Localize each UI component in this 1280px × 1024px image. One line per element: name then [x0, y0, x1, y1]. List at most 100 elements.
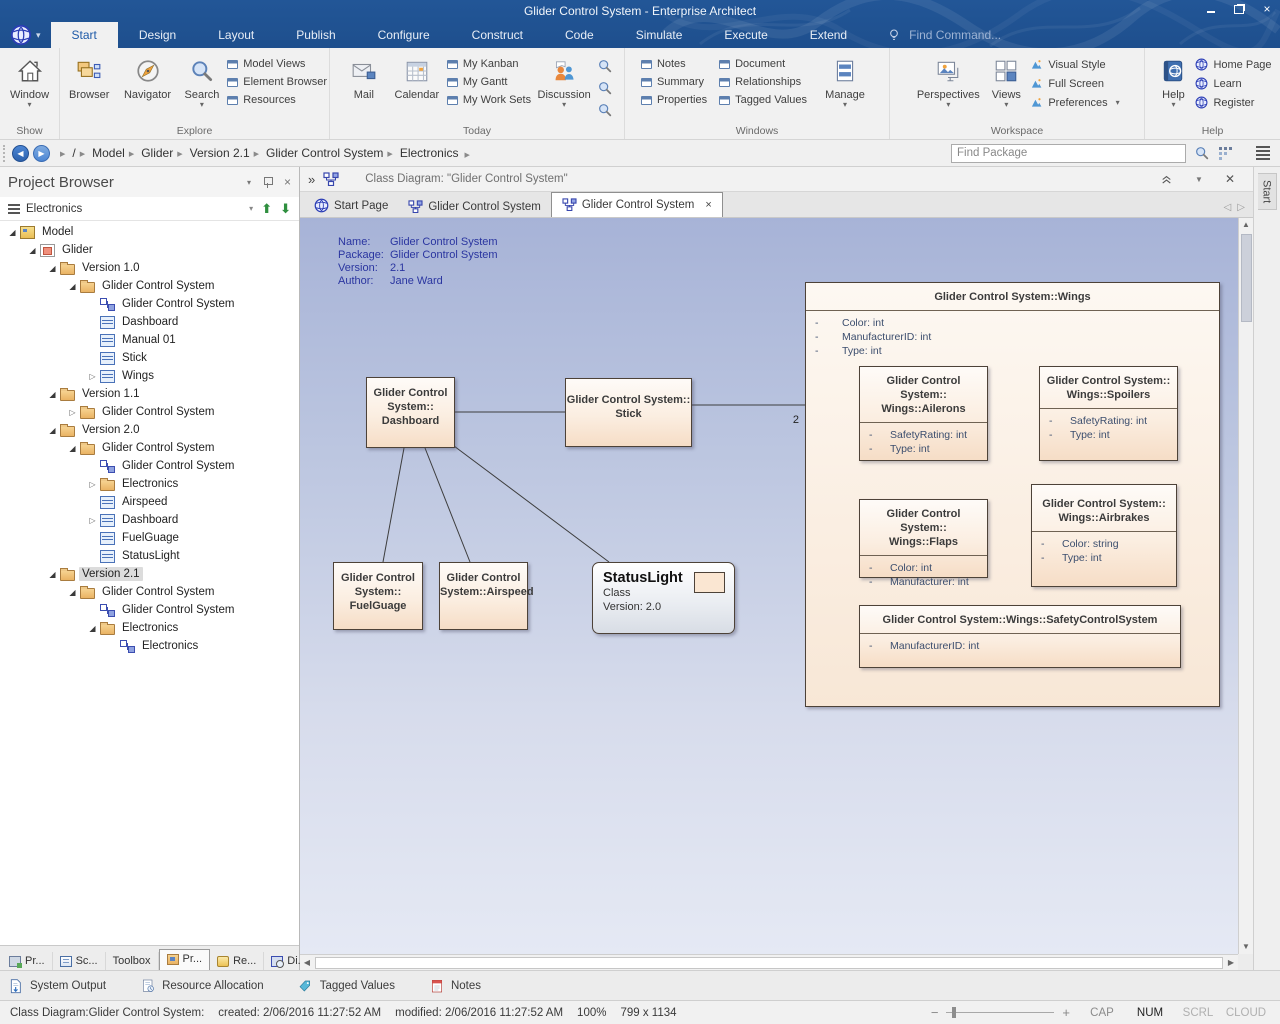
browser-search-button[interactable]	[597, 102, 613, 118]
ribbon-item[interactable]: Resources	[227, 94, 327, 106]
tree-item[interactable]: Manual 01	[0, 331, 299, 349]
tree-expander-icon[interactable]	[66, 282, 79, 291]
tree-item[interactable]: Electronics	[0, 619, 299, 637]
breadcrumb-item[interactable]: Glider Control System	[252, 146, 386, 160]
ribbon-tab-construct[interactable]: Construct	[451, 22, 544, 48]
tree-item[interactable]: Glider Control System	[0, 601, 299, 619]
tree-item[interactable]: Glider	[0, 241, 299, 259]
move-down-icon[interactable]: ⬇	[280, 202, 291, 215]
titlebar[interactable]: Glider Control System - Enterprise Archi…	[0, 0, 1280, 22]
class-spoilers[interactable]: Glider Control System::Wings::Spoilers S…	[1039, 366, 1178, 461]
perspectives-button[interactable]: Perspectives ▾	[914, 52, 982, 109]
vertical-scrollbar[interactable]: ▲ ▼	[1238, 218, 1253, 954]
tree-item[interactable]: Glider Control System	[0, 403, 299, 421]
dock-tab[interactable]: Tagged Values	[298, 978, 395, 994]
tab-start-page[interactable]: Start Page	[304, 194, 398, 217]
ribbon-item[interactable]: My Gantt	[447, 76, 531, 88]
ribbon-item[interactable]: Learn	[1195, 77, 1271, 90]
ribbon-tab-layout[interactable]: Layout	[197, 22, 275, 48]
help-button[interactable]: Help ▾	[1153, 52, 1193, 109]
zoom-out-button[interactable]: −	[923, 1005, 947, 1020]
ribbon-item[interactable]: Document	[719, 58, 807, 70]
class-fuelguage[interactable]: Glider ControlSystem::FuelGuage	[333, 562, 423, 630]
class-ailerons[interactable]: Glider Control System::Wings::Ailerons S…	[859, 366, 988, 461]
ribbon-tab-publish[interactable]: Publish	[275, 22, 356, 48]
ribbon-item[interactable]: Preferences	[1030, 96, 1119, 109]
tab-list-caret-icon[interactable]: ▼	[1195, 175, 1203, 184]
restore-button[interactable]	[1232, 3, 1246, 15]
tree-item[interactable]: Model	[0, 223, 299, 241]
navigator-button[interactable]: Navigator	[118, 52, 176, 101]
ribbon-item[interactable]: Full Screen	[1030, 77, 1119, 90]
diagram-canvas[interactable]: Name:Glider Control System Package:Glide…	[300, 218, 1238, 954]
dock-tab[interactable]: Notes	[429, 978, 481, 994]
ribbon-item[interactable]: Model Views	[227, 58, 327, 70]
tree-item[interactable]: Stick	[0, 349, 299, 367]
move-up-icon[interactable]: ⬆	[261, 202, 272, 215]
zoom-slider-thumb[interactable]	[952, 1007, 956, 1018]
browser-menu-icon[interactable]	[8, 204, 20, 214]
diagram-close-icon[interactable]: ✕	[1225, 172, 1235, 186]
ribbon-item[interactable]: Notes	[641, 58, 707, 70]
toolbar-grip[interactable]	[3, 145, 7, 162]
class-wings[interactable]: Glider Control System::Wings Color: intM…	[805, 282, 1220, 707]
tree-item[interactable]: Version 1.0	[0, 259, 299, 277]
collapse-chevrons-icon[interactable]: »	[308, 172, 315, 187]
tab-scroll-left-icon[interactable]: ◁	[1224, 202, 1232, 213]
ribbon-tab-start[interactable]: Start	[51, 22, 118, 48]
breadcrumb-item[interactable]: Electronics	[385, 146, 460, 160]
ribbon-item[interactable]: Register	[1195, 96, 1271, 109]
scroll-down-icon[interactable]: ▼	[1239, 940, 1253, 954]
browser-bottom-tab[interactable]: Toolbox	[106, 952, 159, 970]
class-flaps[interactable]: Glider Control System::Wings::Flaps Colo…	[859, 499, 988, 578]
app-menu-button[interactable]: ▾	[0, 22, 51, 48]
breadcrumb-item[interactable]: Model	[78, 146, 127, 160]
class-airbrakes[interactable]: Glider Control System::Wings::Airbrakes …	[1031, 484, 1177, 587]
tree-item[interactable]: Version 1.1	[0, 385, 299, 403]
ribbon-item[interactable]: Summary	[641, 76, 707, 88]
tree-item[interactable]: Wings	[0, 367, 299, 385]
scroll-up-icon[interactable]: ▲	[1239, 218, 1253, 232]
tree-expander-icon[interactable]	[46, 264, 59, 273]
panel-close-icon[interactable]: ×	[284, 175, 291, 189]
tab-scroll-right-icon[interactable]: ▷	[1237, 202, 1245, 213]
search-button[interactable]: Search ▾	[179, 52, 226, 109]
horizontal-scroll-thumb[interactable]	[315, 957, 1223, 969]
class-dashboard[interactable]: Glider ControlSystem::Dashboard	[366, 377, 455, 448]
class-airspeed[interactable]: Glider ControlSystem::Airspeed	[439, 562, 528, 630]
ribbon-item[interactable]: Properties	[641, 94, 707, 106]
class-safetycontrolsystem[interactable]: Glider Control System::Wings::SafetyCont…	[859, 605, 1181, 668]
tree-item[interactable]: Electronics	[0, 475, 299, 493]
ribbon-item[interactable]: My Work Sets	[447, 94, 531, 106]
tree-item[interactable]: Dashboard	[0, 511, 299, 529]
dock-tab[interactable]: System Output	[8, 978, 106, 994]
find-package-input[interactable]	[951, 144, 1186, 163]
ribbon-item[interactable]: Element Browser	[227, 76, 327, 88]
tree-item[interactable]: Glider Control System	[0, 457, 299, 475]
tab-glider-control-system-2[interactable]: Glider Control System ×	[551, 192, 723, 217]
tree-expander-icon[interactable]	[86, 480, 99, 489]
ribbon-tab-extend[interactable]: Extend	[789, 22, 868, 48]
manage-button[interactable]: Manage ▾	[817, 52, 873, 109]
breadcrumb-item[interactable]: Glider	[127, 146, 175, 160]
ribbon-item[interactable]: Visual Style	[1030, 58, 1119, 71]
tab-glider-control-system-1[interactable]: Glider Control System	[398, 196, 550, 217]
panel-menu-caret-icon[interactable]: ▾	[247, 178, 251, 187]
browser-bottom-tab[interactable]: Pr...	[159, 949, 211, 970]
horizontal-scrollbar[interactable]: ◀ ▶	[300, 954, 1238, 970]
tree-item[interactable]: Glider Control System	[0, 439, 299, 457]
double-chevron-up-icon[interactable]	[1160, 173, 1173, 186]
tree-item[interactable]: StatusLight	[0, 547, 299, 565]
ribbon-tab-code[interactable]: Code	[544, 22, 615, 48]
scroll-left-icon[interactable]: ◀	[300, 956, 314, 970]
tree-expander-icon[interactable]	[6, 228, 19, 237]
tree-expander-icon[interactable]	[26, 246, 39, 255]
docked-start-tab[interactable]: Start	[1258, 173, 1277, 210]
views-button[interactable]: Views ▾	[984, 52, 1028, 109]
find-command-box[interactable]: Find Command...	[886, 22, 1001, 48]
window-button[interactable]: Window ▾	[2, 52, 57, 109]
mail-button[interactable]: Mail	[341, 52, 387, 101]
browser-bottom-tab[interactable]: Re...	[210, 952, 264, 970]
ribbon-tab-simulate[interactable]: Simulate	[615, 22, 704, 48]
tab-close-icon[interactable]: ×	[705, 199, 711, 211]
